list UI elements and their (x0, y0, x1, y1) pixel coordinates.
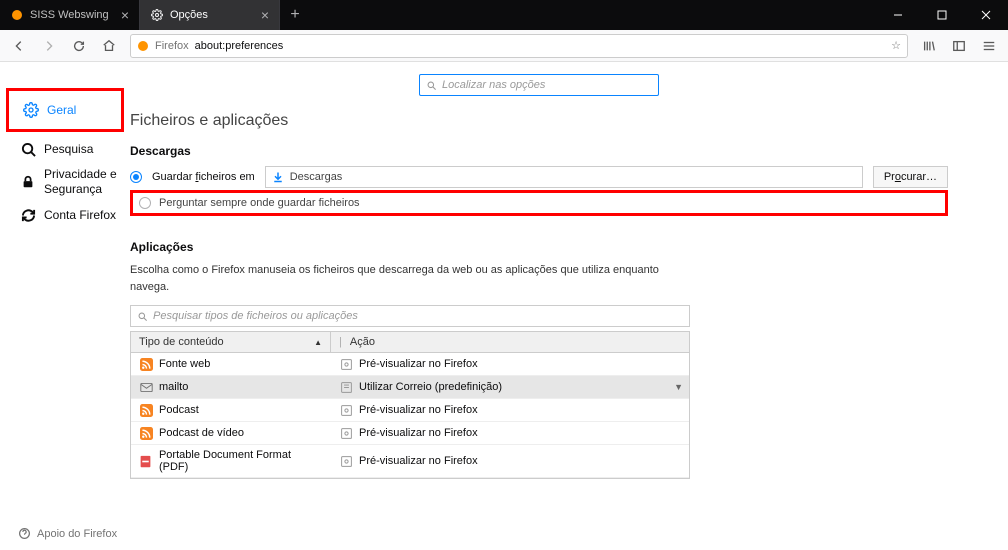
action-label: Pré-visualizar no Firefox (359, 358, 478, 370)
action-label: Pré-visualizar no Firefox (359, 455, 478, 467)
mail-icon (139, 380, 153, 394)
help-icon (18, 527, 31, 540)
rss-icon (139, 403, 153, 417)
download-folder-input[interactable]: Descargas (265, 166, 863, 188)
window-titlebar: SISS Webswing × Opções × + (0, 0, 1008, 30)
apps-search-placeholder: Pesquisar tipos de ficheiros ou aplicaçõ… (153, 310, 358, 322)
help-label: Apoio do Firefox (37, 528, 117, 540)
action-icon (339, 426, 353, 440)
always-ask-label: Perguntar sempre onde guardar ficheiros (159, 197, 360, 209)
applications-section: Aplicações Escolha como o Firefox manuse… (130, 240, 948, 479)
tab-title: SISS Webswing (30, 9, 109, 21)
close-window-button[interactable] (964, 0, 1008, 30)
save-files-row: Guardar ficheiros em Descargas Procurar… (130, 166, 948, 188)
action-label: Pré-visualizar no Firefox (359, 427, 478, 439)
sidebar-item-general[interactable]: Geral (9, 97, 121, 123)
sidebar-item-label: Geral (47, 103, 76, 118)
tab-strip: SISS Webswing × Opções × + (0, 0, 876, 30)
rss-icon (139, 426, 153, 440)
table-row[interactable]: mailto Utilizar Correio (predefinição) ▼ (131, 376, 689, 399)
url-text: about:preferences (195, 40, 284, 52)
tab-options[interactable]: Opções × (140, 0, 280, 30)
column-action[interactable]: |Ação (331, 332, 689, 352)
content-type: Podcast de vídeo (159, 427, 244, 439)
apps-heading: Aplicações (130, 240, 948, 254)
close-icon[interactable]: × (121, 7, 129, 23)
window-controls (876, 0, 1008, 30)
home-button[interactable] (96, 33, 122, 59)
menu-button[interactable] (976, 33, 1002, 59)
preferences-content: Localizar nas opções Ficheiros e aplicaç… (130, 62, 1008, 550)
close-icon[interactable]: × (261, 7, 269, 23)
action-label: Pré-visualizar no Firefox (359, 404, 478, 416)
url-bar[interactable]: Firefox about:preferences ☆ (130, 34, 908, 58)
sync-icon (20, 207, 36, 223)
always-ask-radio[interactable] (139, 197, 151, 209)
search-icon (426, 80, 437, 91)
download-arrow-icon (272, 171, 284, 183)
sort-asc-icon: ▲ (314, 338, 322, 347)
save-files-label: Guardar ficheiros em (152, 171, 255, 183)
gear-icon (23, 102, 39, 118)
gear-icon (150, 8, 164, 22)
sidebar-item-label: Pesquisa (44, 142, 93, 157)
download-folder-name: Descargas (290, 171, 343, 183)
pdf-icon (139, 454, 153, 468)
favicon-icon (10, 8, 24, 22)
content-type: Podcast (159, 404, 199, 416)
firefox-icon (137, 40, 149, 52)
action-label: Utilizar Correio (predefinição) (359, 381, 502, 393)
url-brand: Firefox (155, 40, 189, 52)
sidebar-item-label: Conta Firefox (44, 208, 116, 223)
new-tab-button[interactable]: + (280, 0, 310, 30)
reload-button[interactable] (66, 33, 92, 59)
search-placeholder: Localizar nas opções (442, 79, 545, 91)
highlight-ask-row: Perguntar sempre onde guardar ficheiros (130, 190, 948, 216)
lock-icon (20, 174, 36, 190)
content-type: Portable Document Format (PDF) (159, 449, 323, 473)
nav-toolbar: Firefox about:preferences ☆ (0, 30, 1008, 62)
section-title: Ficheiros e aplicações (130, 112, 948, 130)
column-type[interactable]: Tipo de conteúdo▲ (131, 332, 331, 352)
downloads-heading: Descargas (130, 144, 948, 158)
sidebar-item-label: Privacidade e Segurança (44, 167, 120, 197)
preferences-search-input[interactable]: Localizar nas opções (419, 74, 659, 96)
maximize-button[interactable] (920, 0, 964, 30)
rss-icon (139, 357, 153, 371)
sidebar-item-search[interactable]: Pesquisa (0, 136, 130, 162)
apps-description: Escolha como o Firefox manuseia os fiche… (130, 262, 690, 295)
table-header: Tipo de conteúdo▲ |Ação (131, 332, 689, 353)
highlight-general: Geral (6, 88, 124, 132)
library-button[interactable] (916, 33, 942, 59)
apps-search-input[interactable]: Pesquisar tipos de ficheiros ou aplicaçõ… (130, 305, 690, 327)
bookmark-star-icon[interactable]: ☆ (891, 39, 901, 52)
save-files-radio[interactable] (130, 171, 142, 183)
action-icon (339, 403, 353, 417)
firefox-support-link[interactable]: Apoio do Firefox (18, 527, 117, 540)
table-row[interactable]: Podcast Pré-visualizar no Firefox (131, 399, 689, 422)
back-button[interactable] (6, 33, 32, 59)
tab-siss[interactable]: SISS Webswing × (0, 0, 140, 30)
browse-button[interactable]: Procurar… (873, 166, 948, 188)
action-icon (339, 380, 353, 394)
table-row[interactable]: Podcast de vídeo Pré-visualizar no Firefo… (131, 422, 689, 445)
sidebar-item-privacy[interactable]: Privacidade e Segurança (0, 162, 130, 202)
search-icon (137, 311, 148, 322)
forward-button[interactable] (36, 33, 62, 59)
minimize-button[interactable] (876, 0, 920, 30)
table-row[interactable]: Fonte web Pré-visualizar no Firefox (131, 353, 689, 376)
sidebar-button[interactable] (946, 33, 972, 59)
sidebar-item-account[interactable]: Conta Firefox (0, 202, 130, 228)
action-icon (339, 357, 353, 371)
action-icon (339, 454, 353, 468)
tab-title: Opções (170, 9, 208, 21)
content-type: mailto (159, 381, 188, 393)
search-icon (20, 141, 36, 157)
table-row[interactable]: Portable Document Format (PDF) Pré-visual… (131, 445, 689, 478)
preferences-sidebar: Geral Pesquisa Privacidade e Segurança C… (0, 62, 130, 550)
content-type: Fonte web (159, 358, 210, 370)
apps-table: Tipo de conteúdo▲ |Ação Fonte web Pré-vis… (130, 331, 690, 479)
chevron-down-icon[interactable]: ▼ (674, 382, 683, 392)
